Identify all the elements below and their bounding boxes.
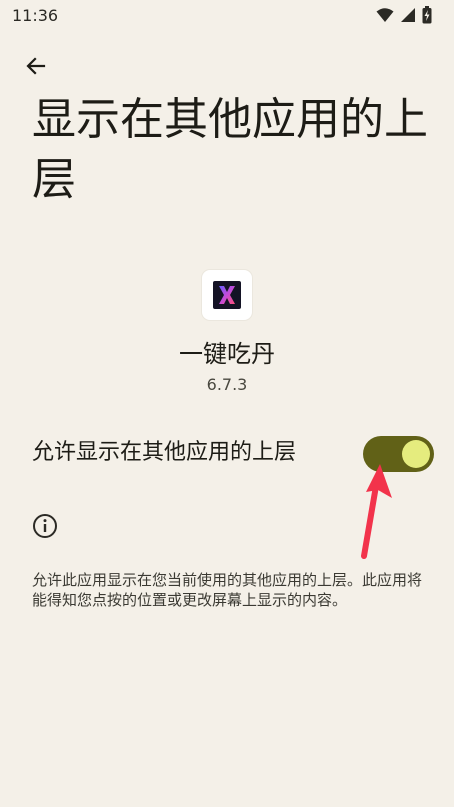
status-time: 11:36 — [12, 6, 59, 25]
app-icon — [202, 270, 252, 320]
permission-label: 允许显示在其他应用的上层 — [32, 440, 297, 465]
wifi-icon — [376, 8, 394, 22]
battery-charging-icon — [422, 6, 432, 24]
app-x-logo-icon — [213, 281, 241, 309]
status-icons — [376, 6, 432, 24]
info-icon — [33, 514, 57, 538]
status-bar: 11:36 — [0, 0, 454, 32]
signal-icon — [401, 8, 415, 22]
arrow-left-icon — [26, 57, 46, 75]
toggle-thumb — [402, 440, 430, 468]
info-description: 允许此应用显示在您当前使用的其他应用的上层。此应用将能得知您点按的位置或更改屏幕… — [32, 571, 423, 609]
page-title: 显示在其他应用的上层 — [32, 94, 428, 205]
annotation-arrow-icon — [361, 464, 392, 559]
app-version: 6.7.3 — [206, 375, 248, 394]
app-name: 一键吃丹 — [179, 340, 275, 368]
back-button[interactable] — [20, 50, 52, 82]
